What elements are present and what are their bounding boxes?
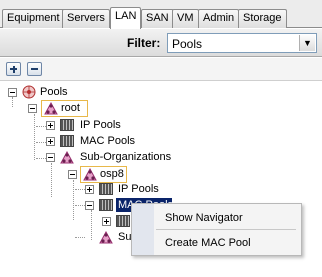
tab-storage[interactable]: Storage [238, 9, 287, 28]
lan-navigation-panel: Equipment Servers LAN SAN VM Admin Stora… [0, 0, 322, 277]
context-menu-separator [156, 229, 296, 230]
filter-select[interactable]: Pools ▼ [167, 33, 317, 53]
tab-servers[interactable]: Servers [62, 9, 110, 28]
filter-label: Filter: [127, 36, 161, 50]
expand-mac-pools-toggle[interactable] [46, 137, 55, 146]
tree-node-sub-ip-pools[interactable]: IP Pools [118, 182, 159, 196]
menu-item-show-navigator[interactable]: Show Navigator [165, 211, 243, 225]
context-menu-gutter [132, 204, 154, 255]
tab-bar: Equipment Servers LAN SAN VM Admin Stora… [0, 0, 322, 29]
minus-icon[interactable] [27, 62, 42, 76]
expand-sub-ip-pools-toggle[interactable] [85, 185, 94, 194]
tab-admin[interactable]: Admin [198, 9, 240, 28]
context-menu: Show Navigator Create MAC Pool [131, 203, 302, 256]
tree-node-pools[interactable]: Pools [40, 85, 68, 99]
tree-node-osp8: osp8 [100, 168, 124, 180]
root-org-node[interactable]: root [41, 100, 88, 117]
tree-node-ip-pools[interactable]: IP Pools [80, 118, 121, 132]
mac-pool-icon [116, 215, 130, 227]
osp8-org-node[interactable]: osp8 [80, 166, 127, 183]
menu-item-create-mac-pool[interactable]: Create MAC Pool [165, 236, 251, 250]
collapse-sub-orgs-toggle[interactable] [46, 153, 55, 162]
tab-lan[interactable]: LAN [110, 7, 142, 29]
filter-row: Filter: Pools ▼ [0, 29, 322, 57]
collapse-root-toggle[interactable] [28, 104, 37, 113]
chevron-down-icon[interactable]: ▼ [299, 35, 315, 51]
tree-node-mac-pools[interactable]: MAC Pools [80, 134, 135, 148]
collapse-sub-mac-pools-toggle[interactable] [85, 201, 94, 210]
sub-organizations-icon [60, 150, 74, 164]
mac-pool-icon [60, 135, 74, 147]
tree-node-root: root [61, 102, 80, 114]
plus-icon[interactable] [6, 62, 21, 76]
tree-toolbar [0, 58, 322, 81]
mac-pool-icon [99, 199, 113, 211]
collapse-pools-toggle[interactable] [8, 88, 17, 97]
ip-pool-icon [60, 119, 74, 131]
sub-organizations-icon [99, 230, 113, 244]
ip-pool-icon [99, 183, 113, 195]
pools-globe-icon [22, 85, 36, 99]
tab-equipment[interactable]: Equipment [2, 9, 65, 28]
tab-vm[interactable]: VM [172, 9, 199, 28]
tab-san[interactable]: SAN [141, 9, 174, 28]
expand-ip-pools-toggle[interactable] [46, 121, 55, 130]
collapse-osp8-toggle[interactable] [68, 170, 77, 179]
expand-mac-pool-child-toggle[interactable] [102, 217, 111, 226]
tree-node-sub-organizations[interactable]: Sub-Organizations [80, 150, 171, 164]
organization-icon [44, 101, 58, 115]
filter-value: Pools [172, 37, 203, 51]
organization-icon [83, 167, 97, 181]
